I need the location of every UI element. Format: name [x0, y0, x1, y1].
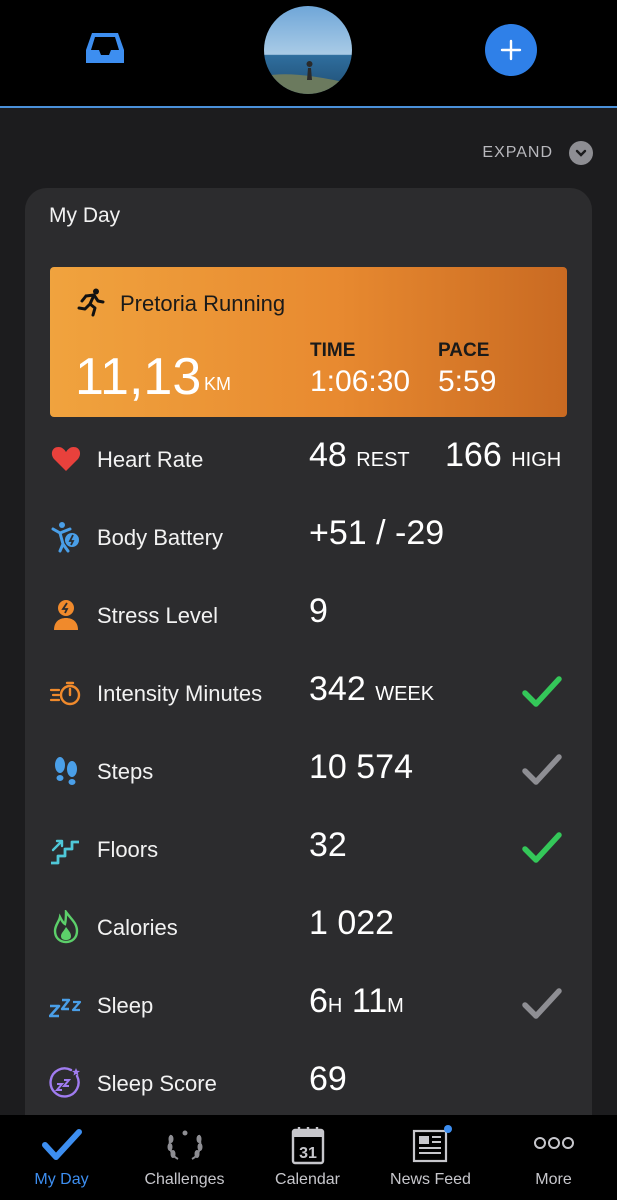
- expand-toggle[interactable]: EXPAND: [482, 141, 593, 165]
- notification-dot: [443, 1125, 452, 1133]
- card-title: My Day: [49, 204, 121, 227]
- row-sleep[interactable]: Sleep 6H 11M: [25, 966, 592, 1044]
- calendar-icon: 31: [287, 1125, 329, 1165]
- row-heart-rate[interactable]: Heart Rate 48 REST 166 HIGH: [25, 420, 592, 498]
- goal-met-check-icon: [521, 830, 563, 866]
- high-heart-rate: 166 HIGH: [445, 436, 562, 474]
- row-steps[interactable]: Steps 10 574: [25, 732, 592, 810]
- tab-more[interactable]: More: [492, 1115, 615, 1200]
- row-floors[interactable]: Floors 32: [25, 810, 592, 888]
- stress-icon: [49, 598, 83, 632]
- heart-icon: [49, 442, 83, 476]
- row-label: Calories: [97, 915, 178, 940]
- goal-check-icon: [521, 986, 563, 1022]
- activity-time-label: TIME: [310, 340, 356, 361]
- resting-heart-rate: 48 REST: [309, 436, 410, 474]
- sleep-score-value: 69: [309, 1060, 347, 1098]
- row-label: Steps: [97, 759, 154, 784]
- tab-calendar[interactable]: 31 Calendar: [246, 1115, 369, 1200]
- top-bar: [0, 0, 617, 108]
- activity-distance-unit: KM: [204, 374, 231, 394]
- newspaper-icon: [410, 1125, 452, 1165]
- stairs-icon: [49, 832, 83, 866]
- zzz-icon: [48, 988, 83, 1022]
- sleep-score-icon: [49, 1066, 83, 1100]
- body-battery-value: +51 / -29: [309, 514, 445, 552]
- row-label: Intensity Minutes: [97, 681, 263, 706]
- intensity-minutes-value: 342 WEEK: [309, 670, 435, 708]
- inbox-tray-icon[interactable]: [84, 30, 126, 66]
- plus-icon: [500, 39, 522, 61]
- tab-challenges[interactable]: Challenges: [123, 1115, 246, 1200]
- row-label: Sleep: [97, 993, 154, 1018]
- tab-news-feed[interactable]: News Feed: [369, 1115, 492, 1200]
- running-icon: [76, 287, 106, 317]
- row-label: Stress Level: [97, 603, 219, 628]
- expand-label: EXPAND: [482, 144, 553, 161]
- row-label: Floors: [97, 837, 159, 862]
- goal-check-icon: [521, 752, 563, 788]
- stopwatch-icon: [49, 676, 83, 710]
- tab-label: Challenges: [144, 1171, 225, 1188]
- tab-label: Calendar: [275, 1171, 340, 1188]
- tab-label: My Day: [34, 1171, 89, 1188]
- row-label: Sleep Score: [97, 1071, 217, 1096]
- row-label: Heart Rate: [97, 447, 204, 472]
- sleep-duration: 6H 11M: [309, 982, 404, 1020]
- my-day-card: My Day Pretoria Running 11,13 KM TIME 1:…: [25, 188, 592, 1148]
- profile-photo[interactable]: [264, 6, 352, 94]
- row-sleep-score[interactable]: Sleep Score 69: [25, 1044, 592, 1122]
- checkmark-icon: [41, 1125, 83, 1165]
- bottom-nav: My Day Challenges 31 Calendar News Feed …: [0, 1115, 617, 1200]
- row-body-battery[interactable]: Body Battery +51 / -29: [25, 498, 592, 576]
- tab-label: More: [535, 1171, 572, 1188]
- stress-value: 9: [309, 592, 328, 630]
- goal-met-check-icon: [521, 674, 563, 710]
- calendar-day: 31: [299, 1145, 317, 1162]
- tab-my-day[interactable]: My Day: [0, 1115, 123, 1200]
- laurel-icon: [164, 1125, 206, 1165]
- row-intensity-minutes[interactable]: Intensity Minutes 342 WEEK: [25, 654, 592, 732]
- add-button[interactable]: [485, 24, 537, 76]
- activity-tile[interactable]: Pretoria Running 11,13 KM TIME 1:06:30 P…: [50, 267, 567, 417]
- chevron-down-icon: [569, 141, 593, 165]
- calories-value: 1 022: [309, 904, 395, 942]
- body-battery-icon: [49, 520, 83, 554]
- floors-value: 32: [309, 826, 347, 864]
- more-dots-icon: [533, 1125, 575, 1165]
- row-calories[interactable]: Calories 1 022: [25, 888, 592, 966]
- activity-distance: 11,13: [75, 348, 202, 406]
- footsteps-icon: [49, 754, 83, 788]
- steps-value: 10 574: [309, 748, 413, 786]
- activity-name: Pretoria Running: [120, 291, 286, 316]
- flame-icon: [49, 908, 83, 944]
- row-label: Body Battery: [97, 525, 223, 550]
- row-stress-level[interactable]: Stress Level 9: [25, 576, 592, 654]
- activity-pace: 5:59: [438, 365, 497, 398]
- tab-label: News Feed: [390, 1171, 471, 1188]
- activity-pace-label: PACE: [438, 340, 490, 361]
- activity-time: 1:06:30: [310, 365, 411, 398]
